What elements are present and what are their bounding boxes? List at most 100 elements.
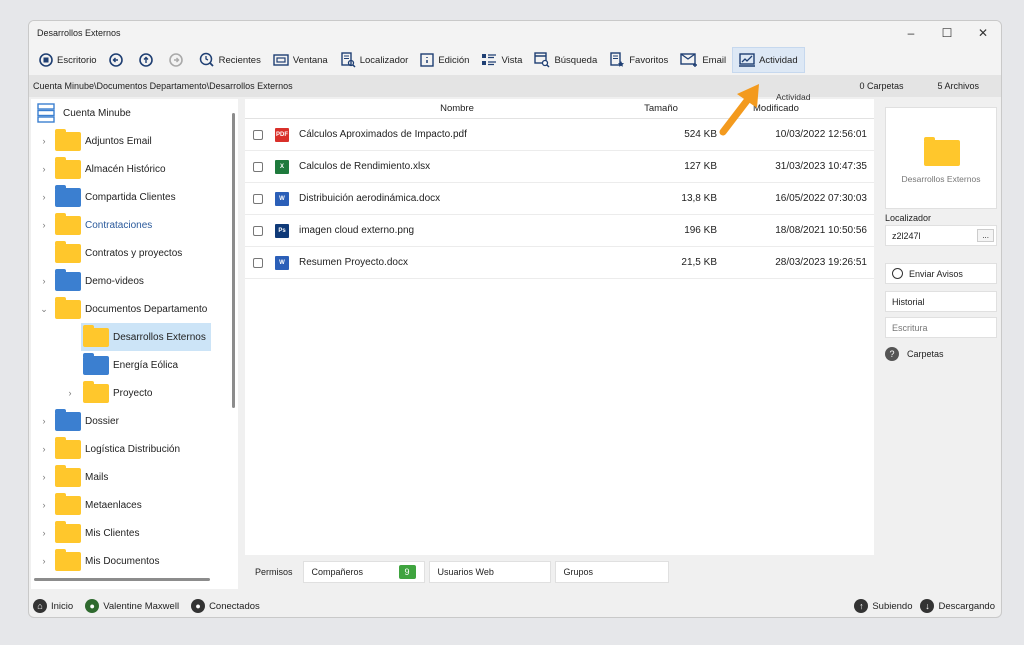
tree-item-energia-eolica[interactable]: Energía Eólica [83,352,178,377]
expand-chevron-icon[interactable]: › [39,276,49,286]
historial-button[interactable]: Historial [885,291,997,312]
expand-chevron-icon[interactable]: › [39,444,49,454]
tree-item-contratos-proyectos[interactable]: Contratos y proyectos [39,240,182,265]
escritura-label: Escritura [892,322,928,333]
tree-item-adjuntos-email[interactable]: › Adjuntos Email [39,128,152,153]
actividad-button[interactable]: Actividad [732,47,805,73]
home-icon[interactable]: ⌂ [33,599,47,613]
escritorio-button[interactable]: Escritorio [33,47,103,73]
tree-item-dossier[interactable]: › Dossier [39,408,119,433]
file-modified: 18/08/2021 10:50:56 [775,225,867,236]
tree-item-almacen-historico[interactable]: › Almacén Histórico [39,156,166,181]
tree-item-documentos-departamento[interactable]: ⌄ Documentos Departamento [39,296,207,321]
word-file-icon: W [275,191,289,206]
localizador-button[interactable]: Localizador [334,47,415,73]
forward-button[interactable] [163,47,193,73]
row-checkbox[interactable] [253,257,263,268]
expand-chevron-icon[interactable]: › [39,192,49,202]
email-button[interactable]: Email [674,47,732,73]
minimize-icon[interactable]: – [893,21,929,45]
carpetas-help[interactable]: ? Carpetas [885,347,944,361]
folder-preview: Desarrollos Externos [885,107,997,209]
row-checkbox[interactable] [253,225,263,236]
tree-item-label: Desarrollos Externos [113,331,206,343]
file-row[interactable]: W Distribuición aerodinámica.docx 13,8 K… [245,183,874,215]
tree-vertical-scrollbar[interactable] [232,113,235,408]
expand-chevron-icon[interactable]: › [39,500,49,510]
tree-item-label: Metaenlaces [85,499,142,511]
back-button[interactable] [103,47,133,73]
activity-chart-icon [739,53,756,67]
tab-grupos[interactable]: Grupos [554,561,669,583]
expand-chevron-icon[interactable]: › [65,388,75,398]
tree-item-mis-documentos[interactable]: › Mis Documentos [39,548,159,573]
descargando-label[interactable]: Descargando [938,601,995,612]
tree-item-logistica-distribucion[interactable]: › Logística Distribución [39,436,180,461]
row-checkbox[interactable] [253,161,263,172]
file-row[interactable]: PDF Cálculos Aproximados de Impacto.pdf … [245,119,874,151]
column-name-header[interactable]: Nombre [293,103,621,114]
tree-item-mis-clientes[interactable]: › Mis Clientes [39,520,139,545]
status-bar: ⌂ Inicio ● Valentine Maxwell ● Conectado… [29,593,1001,617]
tree-item-demo-videos[interactable]: › Demo-videos [39,268,144,293]
busqueda-label: Búsqueda [554,54,598,66]
maximize-icon[interactable]: ☐ [929,21,965,45]
tree-horizontal-scrollbar[interactable] [34,578,210,581]
busqueda-button[interactable]: Búsqueda [528,47,603,73]
edicion-button[interactable]: Edición [414,47,475,73]
close-icon[interactable]: ✕ [965,21,1001,45]
row-checkbox[interactable] [253,129,263,140]
ventana-button[interactable]: Ventana [267,47,334,73]
tree-item-contrataciones[interactable]: › Contrataciones [39,212,152,237]
tab-companeros-label: Compañeros [311,567,364,577]
file-size: 21,5 KB [681,257,717,268]
tab-permisos[interactable]: Permisos [245,567,303,577]
pdf-file-icon: PDF [275,127,289,142]
expand-chevron-icon[interactable]: › [39,220,49,230]
tree-root[interactable]: Cuenta Minube [37,101,131,125]
escritura-button[interactable]: Escritura [885,317,997,338]
localizador-label: Localizador [359,54,409,66]
inicio-label[interactable]: Inicio [51,601,73,612]
email-label: Email [702,54,727,66]
localizador-label: Localizador [885,213,932,223]
tab-usuarios-web[interactable]: Usuarios Web [428,561,551,583]
folder-preview-icon [924,137,960,166]
row-checkbox[interactable] [253,193,263,204]
file-row[interactable]: X Calculos de Rendimiento.xlsx 127 KB 31… [245,151,874,183]
collapse-chevron-icon[interactable]: ⌄ [39,304,49,315]
subiendo-label[interactable]: Subiendo [872,601,912,612]
word-file-icon: W [275,255,289,270]
tree-item-label: Dossier [85,415,119,427]
file-name: Calculos de Rendimiento.xlsx [299,161,431,172]
file-row[interactable]: Ps imagen cloud externo.png 196 KB 18/08… [245,215,874,247]
tree-item-label: Compartida Clientes [85,191,176,203]
expand-chevron-icon[interactable]: › [39,556,49,566]
tree-item-proyecto[interactable]: › Proyecto [65,380,152,405]
enviar-avisos-radio[interactable]: Enviar Avisos [885,263,997,284]
tree-item-desarrollos-externos[interactable]: Desarrollos Externos [81,323,211,351]
favoritos-button[interactable]: Favoritos [603,47,674,73]
enviar-avisos-label: Enviar Avisos [909,268,963,279]
tree-item-compartida-clientes[interactable]: › Compartida Clientes [39,184,176,209]
up-button[interactable] [133,47,163,73]
vista-button[interactable]: Vista [475,47,528,73]
folder-icon [55,212,81,235]
more-button[interactable]: ... [977,229,994,242]
expand-chevron-icon[interactable]: › [39,164,49,174]
folder-icon [83,380,109,403]
file-row[interactable]: W Resumen Proyecto.docx 21,5 KB 28/03/20… [245,247,874,279]
tree-item-metaenlaces[interactable]: › Metaenlaces [39,492,142,517]
window-title: Desarrollos Externos [37,28,121,38]
column-size-header[interactable]: Tamaño [621,103,701,114]
expand-chevron-icon[interactable]: › [39,528,49,538]
tree-item-mails[interactable]: › Mails [39,464,108,489]
expand-chevron-icon[interactable]: › [39,472,49,482]
localizador-field[interactable]: z2l247l ... [885,225,997,246]
folder-icon [55,128,81,151]
tab-companeros[interactable]: Compañeros 9 [302,561,425,583]
expand-chevron-icon[interactable]: › [39,136,49,146]
recientes-button[interactable]: Recientes [193,47,267,73]
conectados-label[interactable]: Conectados [209,601,260,612]
expand-chevron-icon[interactable]: › [39,416,49,426]
